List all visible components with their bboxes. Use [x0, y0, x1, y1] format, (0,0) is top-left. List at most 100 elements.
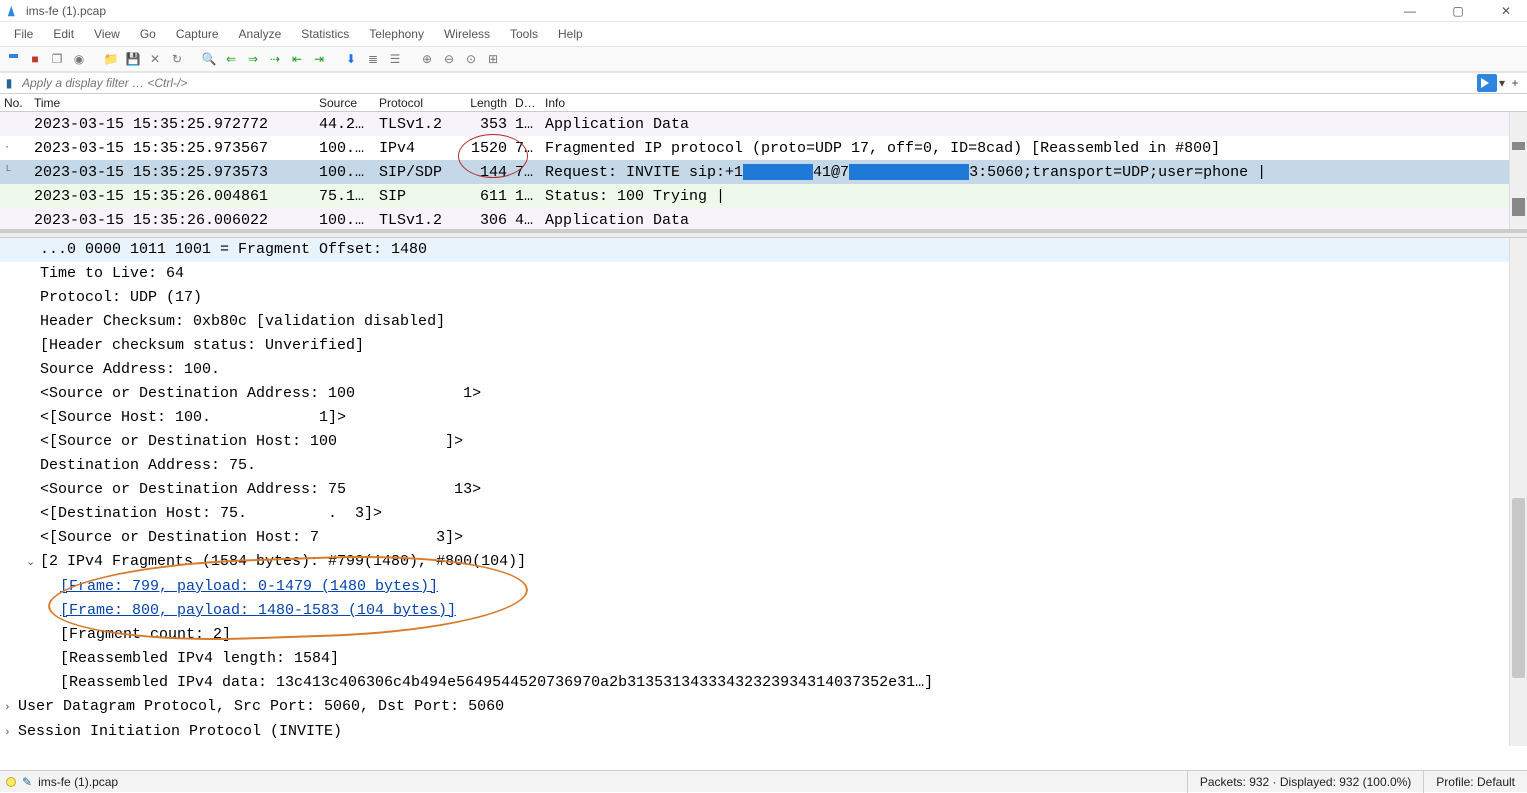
main-toolbar: ■ ❐ ◉ 📁 💾 ✕ ↻ 🔍 ⇐ ⇒ ⇢ ⇤ ⇥ ⬇ ≣ ☰ ⊕ ⊖ ⊙ ⊞ [0, 46, 1527, 72]
menu-edit[interactable]: Edit [45, 25, 82, 43]
zoom-in-icon[interactable]: ⊕ [418, 50, 436, 68]
caret-right-icon[interactable]: › [4, 696, 18, 720]
zoom-reset-icon[interactable]: ⊙ [462, 50, 480, 68]
filter-dropdown-icon[interactable]: ▾ [1499, 76, 1505, 90]
header-destin[interactable]: Destin [511, 96, 541, 110]
cell-protocol: TLSv1.2 [375, 212, 457, 229]
packet-row[interactable]: ·2023-03-15 15:35:25.973567100.…IPv41520… [0, 136, 1527, 160]
cell-length: 306 [457, 212, 511, 229]
detail-line[interactable]: Source Address: 100. [0, 358, 1527, 382]
edit-icon[interactable]: ✎ [22, 775, 32, 789]
status-profile[interactable]: Profile: Default [1423, 771, 1527, 793]
go-to-packet-icon[interactable]: ⇢ [266, 50, 284, 68]
restart-capture-icon[interactable]: ❐ [48, 50, 66, 68]
packet-list-scrollbar[interactable] [1509, 112, 1527, 229]
header-protocol[interactable]: Protocol [375, 96, 457, 110]
cell-source: 75.1… [315, 188, 375, 205]
menu-file[interactable]: File [6, 25, 41, 43]
go-forward-icon[interactable]: ⇒ [244, 50, 262, 68]
menu-wireless[interactable]: Wireless [436, 25, 498, 43]
minimize-button[interactable]: — [1395, 4, 1425, 18]
go-back-icon[interactable]: ⇐ [222, 50, 240, 68]
cell-destin: 4… [511, 212, 541, 229]
title-bar: ims-fe (1).pcap — ▢ ✕ [0, 0, 1527, 22]
detail-tree-fragments[interactable]: ⌄[2 IPv4 Fragments (1584 bytes): #799(14… [0, 550, 1527, 575]
reload-icon[interactable]: ↻ [168, 50, 186, 68]
frame-link-799[interactable]: [Frame: 799, payload: 0-1479 (1480 bytes… [0, 575, 1527, 599]
go-last-icon[interactable]: ⇥ [310, 50, 328, 68]
cell-length: 144 [457, 164, 511, 181]
packet-row[interactable]: 2023-03-15 15:35:25.97277244.2…TLSv1.235… [0, 112, 1527, 136]
row-marker-icon: · [0, 142, 14, 154]
menu-tools[interactable]: Tools [502, 25, 546, 43]
cell-time: 2023-03-15 15:35:25.973567 [30, 140, 315, 157]
bookmark-filter-icon[interactable]: ▮ [0, 73, 18, 93]
open-file-icon[interactable]: 📁 [102, 50, 120, 68]
caret-right-icon[interactable]: › [4, 721, 18, 745]
menu-go[interactable]: Go [132, 25, 164, 43]
save-file-icon[interactable]: 💾 [124, 50, 142, 68]
detail-tree-udp[interactable]: ›User Datagram Protocol, Src Port: 5060,… [0, 695, 1527, 720]
header-info[interactable]: Info [541, 96, 1527, 110]
close-file-icon[interactable]: ✕ [146, 50, 164, 68]
resize-columns-icon[interactable]: ☰ [386, 50, 404, 68]
find-icon[interactable]: 🔍 [200, 50, 218, 68]
detail-line[interactable]: <Source or Destination Address: 100 1> [0, 382, 1527, 406]
header-length[interactable]: Length [457, 96, 511, 110]
cell-source: 44.2… [315, 116, 375, 133]
detail-line[interactable]: Time to Live: 64 [0, 262, 1527, 286]
detail-line[interactable]: [Reassembled IPv4 data: 13c413c406306c4b… [0, 671, 1527, 695]
expert-info-icon[interactable] [6, 777, 16, 787]
packet-row[interactable]: 2023-03-15 15:35:26.006022100.…TLSv1.230… [0, 208, 1527, 232]
menu-capture[interactable]: Capture [168, 25, 227, 43]
detail-line[interactable]: <[Destination Host: 75. . 3]> [0, 502, 1527, 526]
detail-line[interactable]: [Header checksum status: Unverified] [0, 334, 1527, 358]
cell-source: 100.… [315, 164, 375, 181]
header-no[interactable]: No. [0, 96, 30, 110]
display-filter-input[interactable] [18, 73, 1473, 93]
cell-info: Application Data [541, 212, 1527, 229]
detail-line[interactable]: <Source or Destination Address: 75 13> [0, 478, 1527, 502]
cell-time: 2023-03-15 15:35:26.004861 [30, 188, 315, 205]
detail-line[interactable]: <[Source Host: 100. 1]> [0, 406, 1527, 430]
go-first-icon[interactable]: ⇤ [288, 50, 306, 68]
menu-help[interactable]: Help [550, 25, 591, 43]
frame-link-800[interactable]: [Frame: 800, payload: 1480-1583 (104 byt… [0, 599, 1527, 623]
detail-line[interactable]: [Fragment count: 2] [0, 623, 1527, 647]
detail-line[interactable]: [Reassembled IPv4 length: 1584] [0, 647, 1527, 671]
packet-row[interactable]: 2023-03-15 15:35:26.00486175.1…SIP6111…S… [0, 184, 1527, 208]
auto-scroll-icon[interactable]: ⬇ [342, 50, 360, 68]
packet-list-header: No. Time Source Protocol Length Destin I… [0, 94, 1527, 112]
packet-row[interactable]: └2023-03-15 15:35:25.973573100.…SIP/SDP1… [0, 160, 1527, 184]
options-icon[interactable]: ◉ [70, 50, 88, 68]
header-source[interactable]: Source [315, 96, 375, 110]
zoom-out-icon[interactable]: ⊖ [440, 50, 458, 68]
header-time[interactable]: Time [30, 96, 315, 110]
colorize-icon[interactable]: ≣ [364, 50, 382, 68]
packet-list[interactable]: 2023-03-15 15:35:25.97277244.2…TLSv1.235… [0, 112, 1527, 232]
cell-protocol: SIP [375, 188, 457, 205]
resize-icon[interactable]: ⊞ [484, 50, 502, 68]
menu-statistics[interactable]: Statistics [293, 25, 357, 43]
cell-source: 100.… [315, 212, 375, 229]
menu-analyze[interactable]: Analyze [231, 25, 290, 43]
detail-line[interactable]: <[Source or Destination Host: 100 ]> [0, 430, 1527, 454]
detail-line[interactable]: Protocol: UDP (17) [0, 286, 1527, 310]
add-filter-button[interactable]: + [1507, 76, 1523, 90]
packet-details-pane[interactable]: ...0 0000 1011 1001 = Fragment Offset: 1… [0, 238, 1527, 746]
menu-view[interactable]: View [86, 25, 128, 43]
app-icon [6, 4, 20, 18]
detail-line[interactable]: <[Source or Destination Host: 7 3]> [0, 526, 1527, 550]
detail-line[interactable]: Header Checksum: 0xb80c [validation disa… [0, 310, 1527, 334]
stop-capture-icon[interactable]: ■ [26, 50, 44, 68]
details-scrollbar[interactable] [1509, 238, 1527, 746]
detail-tree-sip[interactable]: ›Session Initiation Protocol (INVITE) [0, 720, 1527, 745]
maximize-button[interactable]: ▢ [1443, 4, 1473, 18]
start-capture-icon[interactable] [4, 50, 22, 68]
detail-line[interactable]: Destination Address: 75. [0, 454, 1527, 478]
caret-down-icon[interactable]: ⌄ [26, 551, 40, 575]
menu-telephony[interactable]: Telephony [361, 25, 432, 43]
close-button[interactable]: ✕ [1491, 4, 1521, 18]
apply-filter-button[interactable] [1477, 74, 1497, 92]
detail-line[interactable]: ...0 0000 1011 1001 = Fragment Offset: 1… [0, 238, 1527, 262]
